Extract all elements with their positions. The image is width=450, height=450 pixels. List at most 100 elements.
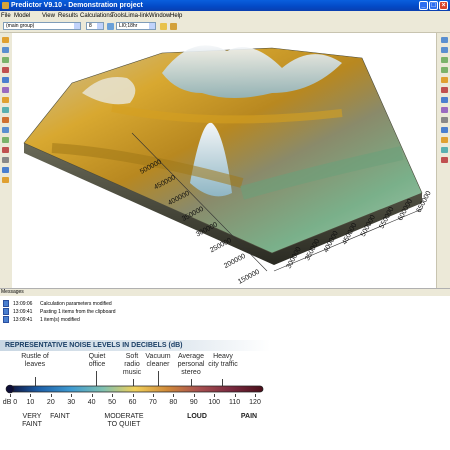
level-tick [173, 394, 175, 397]
menu-help[interactable]: Help [170, 13, 182, 19]
level-tick [214, 394, 216, 397]
level-label: 90 [189, 399, 198, 406]
message-icon [3, 308, 9, 315]
layer-select-value: LI0;18hr [119, 23, 138, 29]
grid-tool-icon[interactable] [2, 167, 9, 173]
category-loud: LOUD [187, 413, 207, 420]
level-tick [255, 394, 256, 397]
menu-results[interactable]: Results [58, 13, 78, 19]
message-text: 1 item(s) modified [40, 316, 80, 323]
results-icon[interactable] [170, 23, 177, 30]
export-icon[interactable] [441, 127, 448, 133]
category-pain: PAIN [240, 413, 258, 420]
source-label-heavy-city-traffic: Heavy city traffic [208, 353, 238, 368]
text-tool-icon[interactable] [2, 177, 9, 183]
line-tool-icon[interactable] [2, 77, 9, 83]
menu-model[interactable]: Model [14, 13, 30, 19]
source-label-average-personal-stereo: Average personal stereo [177, 353, 205, 376]
toolbar: (main group) 8 LI0;18hr [0, 21, 450, 33]
close-button[interactable]: × [439, 1, 448, 10]
pan-tool-icon[interactable] [2, 47, 9, 53]
source-label-rustle-of-leaves: Rustle of leaves [21, 353, 49, 368]
3d-terrain-view[interactable]: 150000 200000 250000 300000 350000 400000 4500… [12, 33, 436, 288]
source-label-quiet-office: Quiet office [88, 353, 106, 368]
level-label: 20 [46, 399, 55, 406]
category-faint: FAINT [50, 413, 70, 420]
small-select-value: 8 [89, 23, 92, 29]
menu-calculations[interactable]: Calculations [80, 13, 113, 19]
y-axis-tick-label: 200000 [223, 253, 247, 270]
level-label: 110 [228, 399, 241, 406]
area-tool-icon[interactable] [2, 87, 9, 93]
height-tool-icon[interactable] [2, 137, 9, 143]
menu-tools[interactable]: Tools [111, 13, 125, 19]
level-label: 60 [128, 399, 137, 406]
message-row[interactable]: 13:09:41 1 item(s) modified [3, 316, 80, 323]
level-tick [234, 394, 236, 397]
message-text: Calculation parameters modified [40, 300, 112, 307]
level-tick [50, 394, 52, 397]
window-title: Predictor V9.10 - Demonstration project [11, 2, 143, 9]
source-tool-icon[interactable] [2, 147, 9, 153]
tilt-icon[interactable] [441, 47, 448, 53]
layer-select[interactable]: LI0;18hr [116, 22, 156, 30]
level-label: 80 [169, 399, 178, 406]
level-tick [30, 394, 32, 397]
menu-view[interactable]: View [42, 13, 55, 19]
calculate-icon[interactable] [160, 23, 167, 30]
menu-file[interactable]: File [1, 13, 11, 19]
zoom-out-icon[interactable] [441, 67, 448, 73]
zoom-in-icon[interactable] [441, 57, 448, 63]
level-tick [132, 394, 134, 397]
level-label: dB 0 [2, 399, 18, 406]
source-label-soft-radio-music: Soft radio music [122, 353, 142, 376]
chevron-down-icon [149, 23, 155, 29]
select-tool-icon[interactable] [2, 37, 9, 43]
level-tick [112, 394, 114, 397]
point-tool-icon[interactable] [2, 67, 9, 73]
source-label-vacuum-cleaner: Vacuum cleaner [145, 353, 171, 368]
menu-lima-link[interactable]: Lima-link [125, 13, 149, 19]
grid-icon[interactable] [441, 147, 448, 153]
light-icon[interactable] [441, 77, 448, 83]
level-label: 120 [249, 399, 261, 406]
print-icon[interactable] [441, 137, 448, 143]
level-label: 50 [108, 399, 116, 406]
level-label: 40 [87, 399, 96, 406]
chevron-down-icon [74, 23, 80, 29]
building-tool-icon[interactable] [2, 97, 9, 103]
message-time: 13:09:41 [13, 316, 33, 323]
noise-scale-title: REPRESENTATIVE NOISE LEVELS IN DECIBELS … [0, 340, 270, 351]
level-tick [10, 394, 11, 397]
message-row[interactable]: 13:09:41 Pasting 1 items from the clipboa… [3, 308, 116, 315]
decibel-gradient-bar [5, 384, 264, 394]
level-tick [71, 394, 73, 397]
zoom-tool-icon[interactable] [2, 57, 9, 63]
level-tick [193, 394, 195, 397]
view-icon[interactable] [441, 107, 448, 113]
small-select[interactable]: 8 [86, 22, 104, 30]
right-tool-strip [436, 33, 450, 288]
level-label: 10 [26, 399, 35, 406]
category-moderate-to-quiet: MODERATE TO QUIET [104, 413, 144, 428]
color-icon[interactable] [441, 87, 448, 93]
reset-icon[interactable] [441, 117, 448, 123]
group-select-value: (main group) [6, 23, 35, 29]
receiver-tool-icon[interactable] [2, 127, 9, 133]
group-select[interactable]: (main group) [3, 22, 81, 30]
3d-terrain-plot: 1500002000002500003000003500004000004500… [23, 45, 433, 286]
menu-window[interactable]: Window [149, 13, 170, 19]
minimize-button[interactable]: _ [419, 1, 428, 10]
app-icon [2, 2, 9, 9]
measure-tool-icon[interactable] [2, 157, 9, 163]
barrier-tool-icon[interactable] [2, 107, 9, 113]
road-tool-icon[interactable] [2, 117, 9, 123]
settings-icon[interactable] [441, 157, 448, 163]
level-label: 30 [67, 399, 76, 406]
layer-icon[interactable] [107, 23, 114, 30]
messages-header: Messages [0, 289, 450, 296]
layer-icon[interactable] [441, 97, 448, 103]
message-row[interactable]: 13:09:06 Calculation parameters modified [3, 300, 112, 307]
rotate-icon[interactable] [441, 37, 448, 43]
maximize-button[interactable]: □ [429, 1, 438, 10]
